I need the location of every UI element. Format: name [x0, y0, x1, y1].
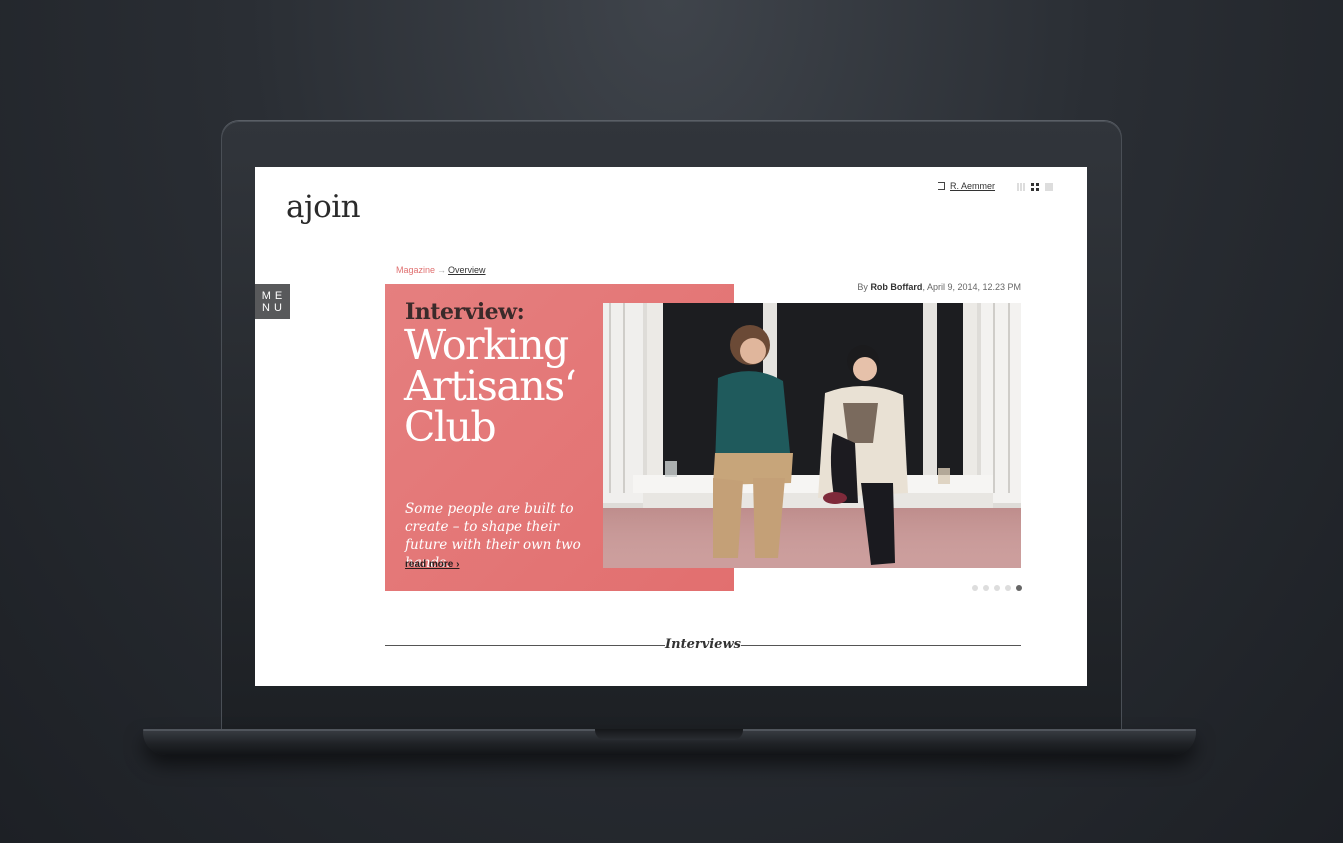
- breadcrumb: Magazine → Overview: [396, 265, 486, 275]
- breadcrumb-arrow-icon: →: [437, 265, 447, 275]
- login-icon: [938, 182, 945, 190]
- grid-view-icon[interactable]: [1031, 183, 1039, 191]
- section-title: Interviews: [665, 637, 741, 652]
- site-logo[interactable]: ajoin: [286, 189, 361, 225]
- slider-pagination: [972, 585, 1022, 591]
- slider-dot[interactable]: [983, 585, 989, 591]
- feature-headline[interactable]: Working Artisans‘ Club: [404, 325, 604, 448]
- slider-dot[interactable]: [994, 585, 1000, 591]
- single-view-icon[interactable]: [1045, 183, 1053, 191]
- user-name-link[interactable]: R. Aemmer: [950, 181, 995, 191]
- byline-date: , April 9, 2014, 12.23 PM: [922, 282, 1021, 292]
- byline-prefix: By: [857, 282, 868, 292]
- user-account[interactable]: R. Aemmer: [938, 181, 995, 191]
- menu-button[interactable]: ME NU: [255, 284, 290, 319]
- menu-label-line2: NU: [262, 301, 286, 314]
- menu-label-line1: ME: [261, 289, 287, 302]
- headline-line-2: Artisans‘: [404, 362, 577, 410]
- headline-line-3: Club: [404, 403, 497, 451]
- article-byline: By Rob Boffard, April 9, 2014, 12.23 PM: [857, 282, 1021, 292]
- laptop-notch: [595, 729, 743, 740]
- feature-photo-illustration: [603, 303, 1021, 568]
- slider-dot[interactable]: [972, 585, 978, 591]
- breadcrumb-overview[interactable]: Overview: [448, 265, 486, 275]
- read-more-link[interactable]: read more ›: [405, 559, 459, 570]
- section-divider: Interviews: [385, 635, 1021, 655]
- byline-author: Rob Boffard: [870, 282, 923, 292]
- view-switcher: [1017, 183, 1053, 191]
- feature-photo[interactable]: [603, 303, 1021, 568]
- breadcrumb-magazine[interactable]: Magazine: [396, 265, 435, 275]
- browser-screen: ajoin R. Aemmer ME NU Magazine → Overview …: [255, 167, 1087, 686]
- slider-dot[interactable]: [1005, 585, 1011, 591]
- list-view-icon[interactable]: [1017, 183, 1025, 191]
- headline-line-1: Working: [404, 321, 569, 369]
- slider-dot-active[interactable]: [1016, 585, 1022, 591]
